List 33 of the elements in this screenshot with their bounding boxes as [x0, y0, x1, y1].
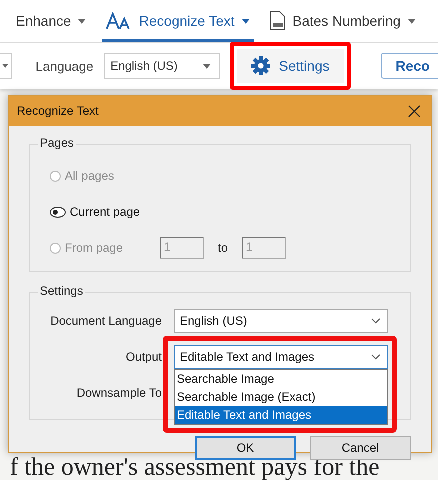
close-icon[interactable] [408, 104, 421, 118]
document-number-icon [270, 11, 286, 31]
to-label: to [218, 241, 228, 255]
caret-icon [242, 18, 250, 24]
caret-icon [2, 64, 9, 68]
dropdown[interactable] [0, 53, 12, 79]
group-title: Pages [38, 136, 76, 150]
downsample-label: Downsample To [76, 386, 162, 400]
language-select[interactable]: English (US) [174, 309, 388, 333]
dialog-button[interactable]: OK [195, 436, 296, 460]
language-label: Language [36, 58, 94, 74]
toolbar-tab[interactable]: Enhance [12, 0, 90, 42]
chevron-icon [371, 354, 381, 360]
group-title: Settings [38, 284, 86, 298]
dialog-button[interactable]: Cancel [310, 436, 411, 460]
recognize-button[interactable]: Reco [380, 53, 438, 79]
dialog-title: Recognize Text [17, 104, 99, 118]
chevron-icon [371, 318, 381, 324]
dropdown-option[interactable]: Searchable Image [175, 370, 387, 388]
toolbar-tab[interactable]: Bates Numbering [266, 0, 420, 42]
language-select[interactable]: English (US) [104, 53, 220, 79]
caret-icon [78, 18, 86, 24]
language-label: Document Language [50, 314, 162, 328]
font-size-icon [106, 12, 132, 30]
caret-icon [408, 18, 416, 24]
dropdown-option[interactable]: Editable Text and Images [175, 406, 387, 424]
settings-icon [251, 56, 272, 76]
output-select[interactable]: Editable Text and Images [174, 345, 388, 369]
caret-icon [203, 64, 212, 68]
settings-button[interactable]: Settings [237, 49, 344, 83]
radio-option[interactable]: Current page [50, 205, 160, 219]
dropdown-option[interactable]: Searchable Image (Exact) [175, 388, 387, 406]
output-label: Output [124, 350, 162, 364]
